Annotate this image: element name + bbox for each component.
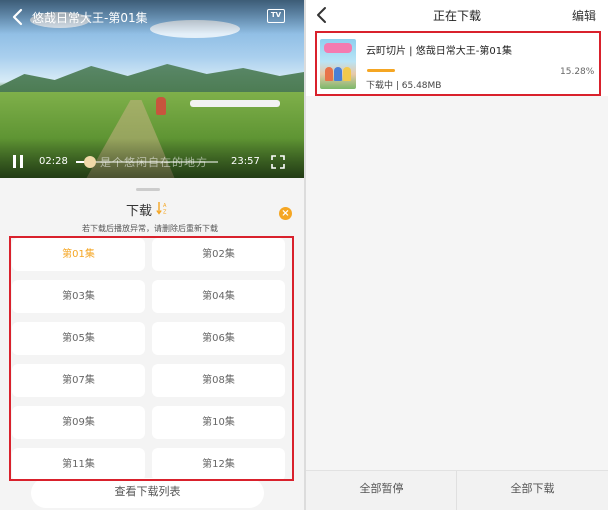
sheet-drag-handle[interactable] xyxy=(136,188,160,191)
top-bar: 正在下载 编辑 xyxy=(306,0,608,30)
close-icon[interactable]: × xyxy=(279,207,292,220)
sort-icon[interactable]: A Z xyxy=(156,201,168,215)
tv-cast-icon[interactable]: TV xyxy=(267,9,285,23)
highlight-box-episodes xyxy=(9,236,294,481)
sheet-title: 下载 xyxy=(126,204,153,219)
video-frame-train xyxy=(190,100,280,107)
video-frame-character xyxy=(156,97,166,115)
back-icon[interactable] xyxy=(10,8,26,26)
page-title: 正在下载 xyxy=(432,9,481,23)
bottom-action-bar: 全部暂停 全部下载 xyxy=(306,470,608,510)
pause-icon[interactable] xyxy=(12,155,24,168)
edit-button[interactable]: 编辑 xyxy=(572,7,596,24)
video-title: 悠哉日常大王-第01集 xyxy=(32,11,148,25)
video-subtitle: 是个悠闲自在的地方 xyxy=(100,156,208,169)
current-time: 02:28 xyxy=(39,156,68,167)
download-hint: 若下载后播放异常，请删除后重新下载 xyxy=(82,224,218,233)
view-download-list-button[interactable]: 查看下载列表 xyxy=(31,478,264,508)
total-time: 23:57 xyxy=(231,156,260,167)
fullscreen-icon[interactable] xyxy=(271,155,285,169)
download-all-button[interactable]: 全部下载 xyxy=(457,471,608,510)
svg-text:A: A xyxy=(163,203,167,209)
pause-all-button[interactable]: 全部暂停 xyxy=(306,471,457,510)
video-player[interactable]: 悠哉日常大王-第01集 TV 02:28 是个悠闲自在的地方 23:57 xyxy=(0,0,304,178)
highlight-box-download-item xyxy=(315,31,601,96)
svg-text:Z: Z xyxy=(163,210,167,216)
